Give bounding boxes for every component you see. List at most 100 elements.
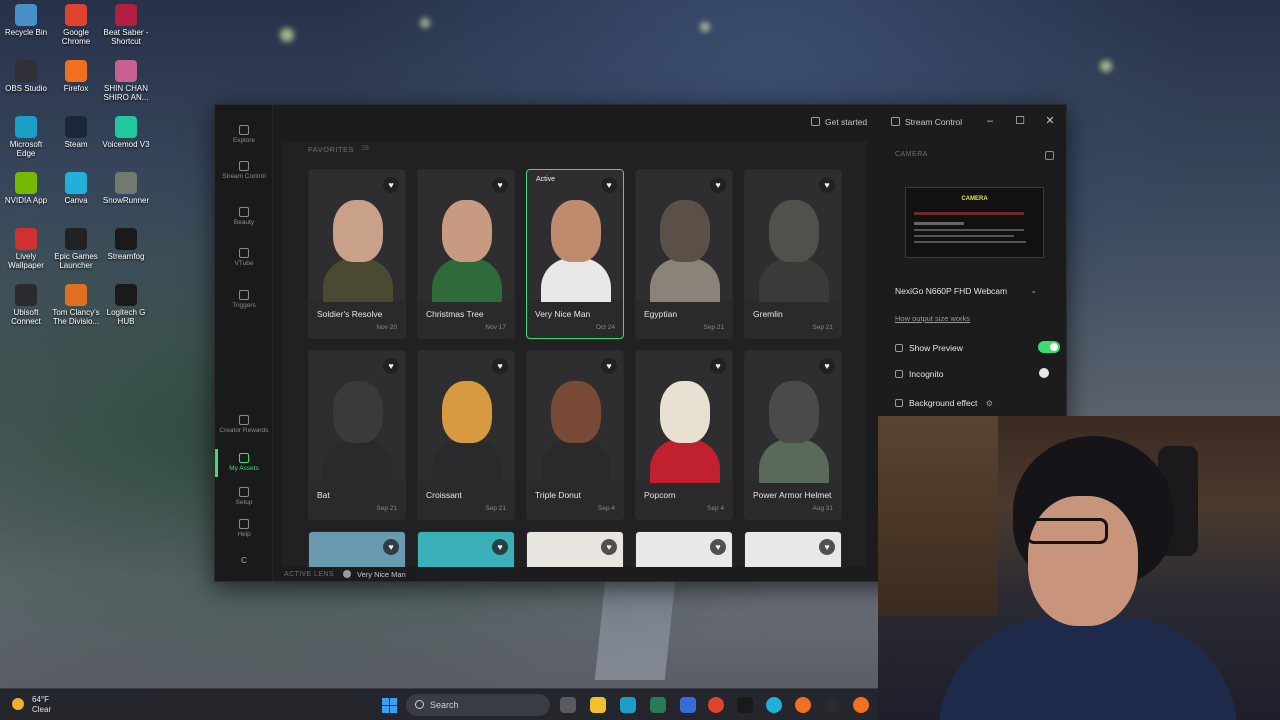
- desktop-icon[interactable]: Voicemod V3: [100, 116, 152, 149]
- lens-date: Sep 21: [485, 505, 506, 512]
- lens-card[interactable]: Active ♥ Very Nice Man Oct 24: [526, 169, 624, 339]
- rail-vtube[interactable]: VTube: [215, 248, 273, 268]
- rail-stream-control[interactable]: Stream Control: [215, 161, 273, 181]
- firefox-icon[interactable]: [795, 697, 811, 713]
- lens-date: Sep 21: [376, 505, 397, 512]
- heart-icon[interactable]: ♥: [492, 358, 508, 374]
- triggers-icon: [239, 290, 249, 300]
- heart-icon[interactable]: ♥: [601, 358, 617, 374]
- rail-setup[interactable]: Setup: [215, 487, 273, 507]
- desktop-icon[interactable]: Firefox: [50, 60, 102, 93]
- lens-name: Very Nice Man: [535, 309, 591, 319]
- heart-icon[interactable]: ♥: [710, 539, 726, 555]
- desktop-icon[interactable]: Ubisoft Connect: [0, 284, 52, 326]
- rail-label: Explore: [232, 137, 256, 144]
- canva-icon[interactable]: [766, 697, 782, 713]
- desktop-icon[interactable]: Google Chrome: [50, 4, 102, 46]
- file-explorer-icon[interactable]: [590, 697, 606, 713]
- desktop-icon[interactable]: Tom Clancy's The Divisio...: [50, 284, 102, 326]
- edge-icon[interactable]: [620, 697, 636, 713]
- rail-creator-rewards[interactable]: Creator Rewards: [215, 415, 273, 435]
- desktop-icon[interactable]: Lively Wallpaper: [0, 228, 52, 270]
- heart-icon[interactable]: ♥: [601, 539, 617, 555]
- weather-temp: 64°F: [32, 695, 49, 704]
- task-view-icon[interactable]: [560, 697, 576, 713]
- lens-card[interactable]: ♥ Triple Donut Sep 4: [526, 350, 624, 520]
- taskbar-search[interactable]: Search: [406, 694, 550, 716]
- outlook-icon[interactable]: [680, 697, 696, 713]
- webcam-face: [1028, 496, 1138, 626]
- desktop-icon[interactable]: SHIN CHAN SHIRO AN...: [100, 60, 152, 102]
- collapse-panel-icon[interactable]: [1045, 151, 1054, 160]
- maximize-button[interactable]: ☐: [1011, 113, 1029, 129]
- desktop-icon-label: Ubisoft Connect: [11, 308, 41, 326]
- rail-explore[interactable]: Explore: [215, 125, 273, 145]
- lens-card[interactable]: ♥ Power Armor Helmet Aug 31: [744, 350, 842, 520]
- desktop-icon[interactable]: OBS Studio: [0, 60, 52, 93]
- rail-help[interactable]: Help: [215, 519, 273, 539]
- heart-icon[interactable]: ♥: [492, 177, 508, 193]
- heart-icon[interactable]: ♥: [601, 177, 617, 193]
- lens-card-partial[interactable]: ♥: [744, 531, 842, 567]
- incognito-toggle[interactable]: [1038, 367, 1060, 379]
- lens-card[interactable]: ♥ Egyptian Sep 21: [635, 169, 733, 339]
- output-size-link[interactable]: How output size works: [895, 314, 970, 323]
- store-icon[interactable]: [650, 697, 666, 713]
- desktop-icon[interactable]: Beat Saber - Shortcut: [100, 4, 152, 46]
- camera-device-select[interactable]: NexiGo N660P FHD Webcam ⌄: [895, 283, 1051, 299]
- stream-control-button[interactable]: Stream Control: [885, 113, 970, 131]
- show-preview-toggle[interactable]: [1038, 341, 1060, 353]
- start-button[interactable]: [382, 698, 397, 713]
- firefox-icon[interactable]: [853, 697, 869, 713]
- rail-triggers[interactable]: Triggers: [215, 290, 273, 310]
- lens-card-partial[interactable]: ♥: [417, 531, 515, 567]
- minimize-button[interactable]: –: [981, 113, 999, 129]
- heart-icon[interactable]: ♥: [383, 358, 399, 374]
- close-button[interactable]: ✕: [1041, 113, 1059, 129]
- desktop-icon[interactable]: Logitech G HUB: [100, 284, 152, 326]
- desktop-icon-label: Canva: [64, 196, 88, 205]
- heart-icon[interactable]: ♥: [710, 358, 726, 374]
- lens-card[interactable]: ♥ Christmas Tree Nov 17: [417, 169, 515, 339]
- lens-card-partial[interactable]: ♥: [308, 531, 406, 567]
- heart-icon[interactable]: ♥: [492, 539, 508, 555]
- rail-beauty[interactable]: Beauty: [215, 207, 273, 227]
- vtube-icon: [239, 248, 249, 258]
- favorites-count: 18: [361, 145, 369, 152]
- desktop-icon-label: Voicemod V3: [102, 140, 150, 149]
- lens-card[interactable]: ♥ Bat Sep 21: [308, 350, 406, 520]
- lens-card-partial[interactable]: ♥: [526, 531, 624, 567]
- lens-name: Bat: [317, 490, 330, 500]
- desktop-icon[interactable]: Epic Games Launcher: [50, 228, 102, 270]
- lens-card[interactable]: ♥ Gremlin Sep 21: [744, 169, 842, 339]
- chrome-icon[interactable]: [708, 697, 724, 713]
- desktop-icon[interactable]: Microsoft Edge: [0, 116, 52, 158]
- avatar[interactable]: C: [215, 557, 273, 565]
- gear-icon[interactable]: ⚙: [986, 399, 993, 408]
- desktop-icon[interactable]: NVIDIA App: [0, 172, 52, 205]
- desktop-icon[interactable]: SnowRunner: [100, 172, 152, 205]
- desktop-icon[interactable]: Streamfog: [100, 228, 152, 261]
- desktop-icon[interactable]: Canva: [50, 172, 102, 205]
- lens-card-partial[interactable]: ♥: [635, 531, 733, 567]
- lens-card[interactable]: ♥ Soldier's Resolve Nov 20: [308, 169, 406, 339]
- obs-icon[interactable]: [824, 697, 840, 713]
- get-started-button[interactable]: Get started: [805, 113, 875, 131]
- heart-icon[interactable]: ♥: [819, 177, 835, 193]
- recycle-bin-icon: [15, 4, 37, 26]
- rail-my-assets[interactable]: My Assets: [215, 453, 273, 473]
- heart-icon[interactable]: ♥: [819, 539, 835, 555]
- heart-icon[interactable]: ♥: [383, 177, 399, 193]
- desktop-icon[interactable]: Recycle Bin: [0, 4, 52, 37]
- desktop-icon[interactable]: Steam: [50, 116, 102, 149]
- heart-icon[interactable]: ♥: [819, 358, 835, 374]
- heart-icon[interactable]: ♥: [710, 177, 726, 193]
- lens-card[interactable]: ♥ Croissant Sep 21: [417, 350, 515, 520]
- background-effect-row[interactable]: Background effect ⚙: [895, 396, 1060, 410]
- obs-icon: [15, 60, 37, 82]
- streamfog-icon[interactable]: [737, 697, 753, 713]
- active-lens-value: Very Nice Man: [357, 570, 406, 579]
- lens-thumbnail-face: [551, 381, 601, 443]
- heart-icon[interactable]: ♥: [383, 539, 399, 555]
- lens-card[interactable]: ♥ Popcorn Sep 4: [635, 350, 733, 520]
